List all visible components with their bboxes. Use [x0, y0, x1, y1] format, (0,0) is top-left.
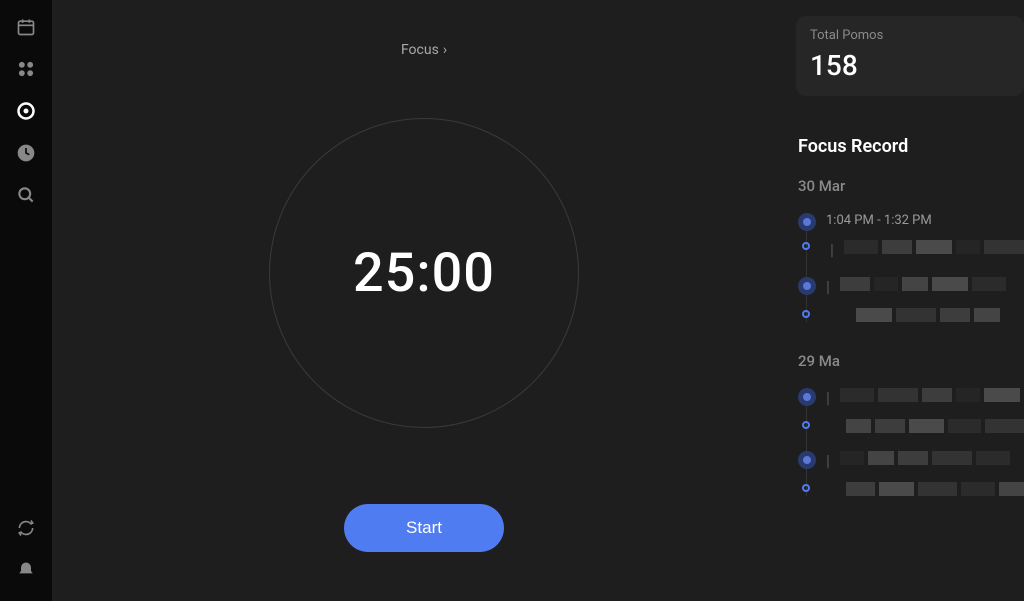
main-timer-area: Focus › 25:00 Start	[52, 0, 796, 601]
total-pomos-card: Total Pomos 158	[796, 16, 1024, 96]
focus-mode-selector[interactable]: Focus ›	[401, 42, 447, 58]
timeline-day: | |	[796, 388, 1024, 496]
focus-session[interactable]: |	[822, 388, 1024, 407]
session-marker-icon	[798, 388, 816, 406]
focus-session[interactable]: |	[822, 451, 1024, 470]
redacted-content: |	[822, 451, 1024, 470]
sync-icon[interactable]	[15, 517, 37, 539]
total-pomos-value: 158	[810, 49, 1010, 82]
redacted-content	[826, 419, 1024, 433]
redacted-content: |	[822, 277, 1024, 296]
notification-icon[interactable]	[15, 559, 37, 581]
session-marker-icon	[798, 451, 816, 469]
timeline-day: 1:04 PM - 1:32 PM | |	[796, 213, 1024, 322]
session-detail	[822, 308, 1024, 322]
detail-marker-icon	[802, 484, 810, 492]
sidebar	[0, 0, 52, 601]
session-detail: |	[822, 240, 1024, 259]
total-pomos-label: Total Pomos	[810, 28, 1010, 43]
redacted-content	[826, 308, 1024, 322]
focus-label-text: Focus	[401, 42, 439, 58]
redacted-content: |	[822, 388, 1024, 407]
session-detail	[822, 482, 1024, 496]
timer-circle: 25:00	[269, 118, 579, 428]
clock-icon[interactable]	[15, 142, 37, 164]
record-date: 29 Ma	[796, 352, 1024, 370]
start-button[interactable]: Start	[344, 504, 504, 552]
timer-value: 25:00	[353, 242, 495, 305]
session-detail	[822, 419, 1024, 433]
session-marker-icon	[798, 213, 816, 231]
session-marker-icon	[798, 277, 816, 295]
redacted-content: |	[826, 240, 1024, 259]
redacted-content	[826, 482, 1024, 496]
apps-icon[interactable]	[15, 58, 37, 80]
detail-marker-icon	[802, 242, 810, 250]
detail-marker-icon	[802, 421, 810, 429]
focus-record-title: Focus Record	[796, 136, 1024, 157]
chevron-right-icon: ›	[443, 42, 447, 58]
record-date: 30 Mar	[796, 177, 1024, 195]
focus-session[interactable]: 1:04 PM - 1:32 PM	[822, 213, 1024, 228]
focus-session[interactable]: |	[822, 277, 1024, 296]
session-time: 1:04 PM - 1:32 PM	[822, 213, 1024, 228]
search-icon[interactable]	[15, 184, 37, 206]
focus-target-icon[interactable]	[15, 100, 37, 122]
calendar-icon[interactable]	[15, 16, 37, 38]
right-panel: Total Pomos 158 Focus Record 30 Mar 1:04…	[796, 0, 1024, 601]
detail-marker-icon	[802, 310, 810, 318]
